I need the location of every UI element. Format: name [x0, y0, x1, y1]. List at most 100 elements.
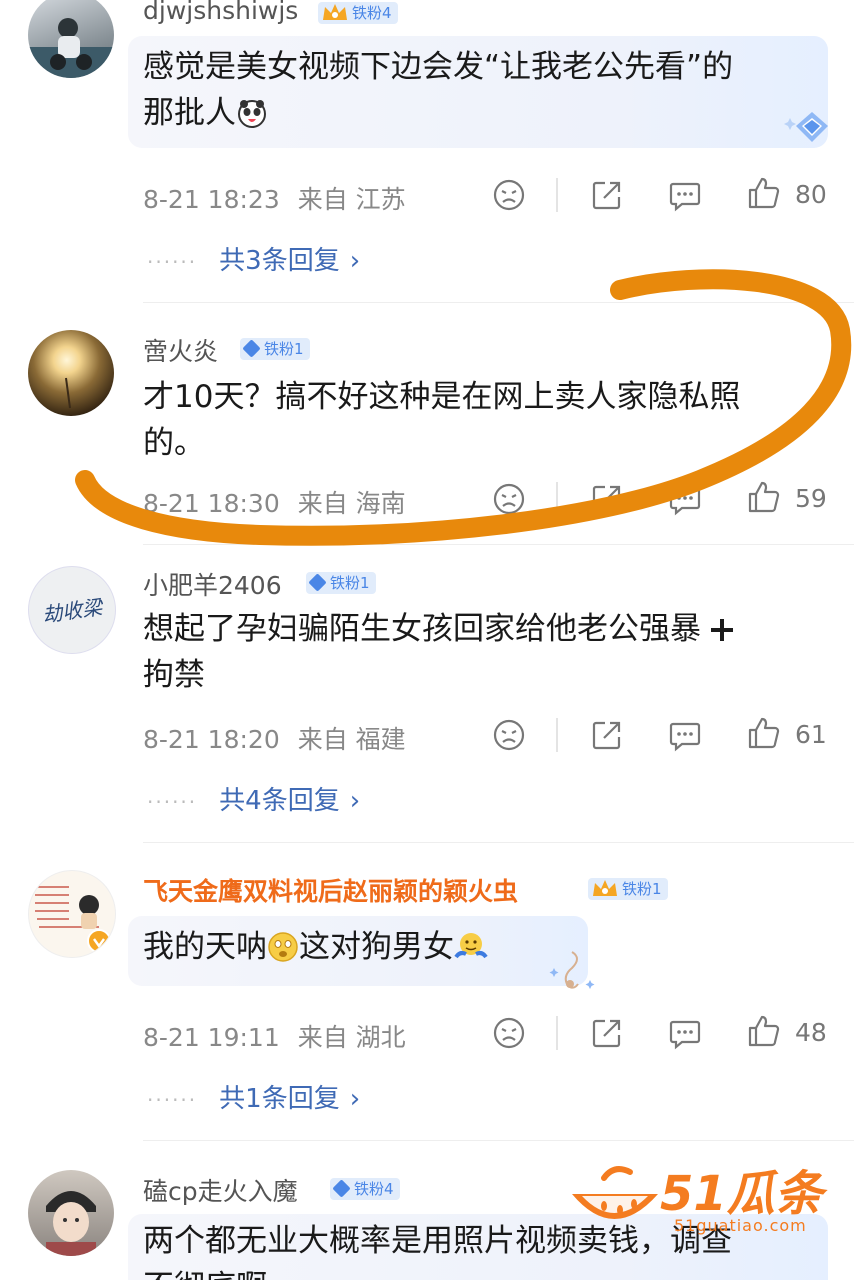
dislike-emoji-icon[interactable]: [492, 178, 526, 212]
fan-badge: 铁粉1: [306, 572, 376, 594]
divider: [143, 1140, 854, 1141]
fan-badge-label: 铁粉4: [352, 4, 392, 22]
comment-item: djwjshshiwjs 铁粉4 感觉是美女视频下边会发“让我老公先看”的 那批…: [0, 0, 854, 303]
comment-icon[interactable]: [668, 178, 702, 212]
chevron-right-icon: ›: [349, 786, 361, 816]
like-count: 61: [795, 720, 827, 749]
fan-badge: 铁粉1: [240, 338, 310, 360]
comment-line-with-icon: 想起了孕妇骗陌生女孩回家给他老公强暴: [143, 606, 737, 652]
comment-line-with-emoji: 那批人: [143, 90, 733, 136]
comment-location: 来自 海南: [297, 489, 406, 518]
avatar[interactable]: [28, 0, 114, 78]
avatar[interactable]: [28, 330, 114, 416]
action-divider: [556, 718, 558, 752]
comment-item: 劫收梁 小肥羊2406 铁粉1 想起了孕妇骗陌生女孩回家给他老公强暴 拘禁 8-…: [0, 546, 854, 846]
comment-icon[interactable]: [668, 482, 702, 516]
avatar[interactable]: [28, 870, 116, 958]
fan-badge: 铁粉4: [318, 2, 398, 24]
stunned-face-emoji-icon: [268, 932, 298, 962]
like-icon[interactable]: [746, 176, 780, 210]
avatar[interactable]: [28, 1170, 114, 1256]
dislike-emoji-icon[interactable]: [492, 482, 526, 516]
watermelon-logo-icon: [572, 1166, 658, 1219]
fan-badge: 铁粉1: [588, 878, 668, 900]
replies-label: 共4条回复: [219, 786, 340, 816]
child-avatar-image: [46, 1191, 96, 1256]
like-count: 48: [795, 1018, 827, 1047]
fan-badge-label: 铁粉4: [354, 1180, 394, 1198]
comment-location: 来自 福建: [297, 725, 406, 754]
dots-decoration: ······: [147, 1088, 198, 1112]
comment-text-part: 我的天呐: [143, 929, 267, 965]
music-note-decoration-icon: [549, 951, 595, 989]
comment-line: 不彻底啊: [143, 1264, 732, 1280]
watermark-brand: 51瓜条: [660, 1166, 823, 1222]
divider: [143, 544, 854, 545]
avatar-image: [28, 18, 114, 78]
dislike-emoji-icon[interactable]: [492, 1016, 526, 1050]
like-icon[interactable]: [746, 716, 780, 750]
divider: [143, 842, 854, 843]
share-icon[interactable]: [590, 482, 624, 516]
fan-badge-label: 铁粉1: [622, 880, 662, 898]
fan-badge-label: 铁粉1: [264, 340, 304, 358]
fan-badge: 铁粉4: [330, 1178, 400, 1200]
comment-location: 来自 湖北: [297, 1023, 406, 1052]
watermark: 51瓜条 51guatiao.com: [564, 1148, 834, 1246]
comment-time: 8-21 18:30: [143, 489, 280, 518]
view-replies-link[interactable]: ······ 共4条回复 ›: [147, 780, 360, 817]
lightbulb-image: [65, 377, 71, 409]
gem-icon: [242, 339, 261, 358]
comment-line: 想起了孕妇骗陌生女孩回家给他老公强暴: [143, 611, 701, 647]
comment-line: 的。: [143, 425, 205, 461]
crown-icon: [593, 880, 617, 896]
gem-icon: [332, 1179, 351, 1198]
comment-meta: 8-21 18:20 来自 福建: [143, 720, 406, 756]
view-replies-link[interactable]: ······ 共1条回复 ›: [147, 1078, 360, 1115]
share-icon[interactable]: [590, 178, 624, 212]
gem-icon: [308, 573, 327, 592]
action-divider: [556, 482, 558, 516]
username[interactable]: 飞天金鹰双料视后赵丽颖的颖火虫: [143, 872, 518, 908]
panda-emoji-icon: [238, 100, 266, 128]
like-icon[interactable]: [746, 1014, 780, 1048]
comment-text-part: 这对狗男女: [299, 929, 454, 965]
username[interactable]: 小肥羊2406: [143, 566, 282, 602]
username[interactable]: 啻火炎: [143, 332, 218, 368]
avatar[interactable]: 劫收梁: [28, 566, 116, 654]
chevron-right-icon: ›: [349, 246, 361, 276]
comment-meta: 8-21 18:23 来自 江苏: [143, 180, 406, 216]
comment-line: 那批人: [143, 95, 236, 131]
chevron-right-icon: ›: [349, 1084, 361, 1114]
comment-text: 才10天？搞不好这种是在网上卖人家隐私照 的。: [143, 374, 740, 466]
comment-icon[interactable]: [668, 1016, 702, 1050]
comment-text: 感觉是美女视频下边会发“让我老公先看”的 那批人: [143, 44, 733, 136]
comment-line: 才10天？搞不好这种是在网上卖人家隐私照: [143, 379, 741, 415]
comment-item: 啻火炎 铁粉1 才10天？搞不好这种是在网上卖人家隐私照 的。 8-21 18:…: [0, 304, 854, 560]
comment-time: 8-21 18:20: [143, 725, 280, 754]
like-icon[interactable]: [746, 480, 780, 514]
comment-meta: 8-21 19:11 来自 湖北: [143, 1018, 406, 1054]
fan-badge-label: 铁粉1: [330, 574, 370, 592]
action-divider: [556, 1016, 558, 1050]
comment-line: 拘禁: [143, 657, 205, 693]
comment-meta: 8-21 18:30 来自 海南: [143, 484, 406, 520]
username[interactable]: 磕cp走火入魔: [143, 1172, 298, 1208]
replies-label: 共1条回复: [219, 1084, 340, 1114]
username[interactable]: djwjshshiwjs: [143, 0, 298, 25]
like-count: 59: [795, 484, 827, 513]
comment-text: 我的天呐 这对狗男女: [143, 924, 488, 970]
share-icon[interactable]: [590, 718, 624, 752]
crown-icon: [323, 4, 347, 20]
comment-text: 想起了孕妇骗陌生女孩回家给他老公强暴 拘禁: [143, 606, 737, 698]
comment-line: 感觉是美女视频下边会发“让我老公先看”的: [143, 49, 734, 85]
view-replies-link[interactable]: ······ 共3条回复 ›: [147, 240, 360, 277]
share-icon[interactable]: [590, 1016, 624, 1050]
verified-badge-icon: [87, 929, 111, 953]
dislike-emoji-icon[interactable]: [492, 718, 526, 752]
comment-location: 来自 江苏: [297, 185, 406, 214]
dots-decoration: ······: [147, 790, 198, 814]
comment-icon[interactable]: [668, 718, 702, 752]
divider: [143, 302, 854, 303]
plus-icon: [711, 619, 733, 641]
